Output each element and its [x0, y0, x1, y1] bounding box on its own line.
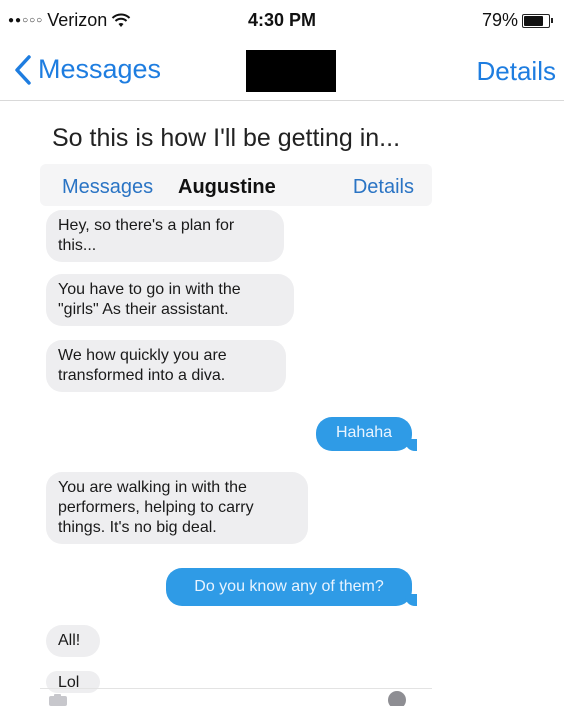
bubble-tail — [405, 439, 417, 451]
details-button[interactable]: Details — [477, 56, 556, 87]
back-button-label: Messages — [38, 54, 162, 84]
message-bubble-incoming: All! — [46, 625, 100, 657]
inner-compose-bar — [40, 688, 432, 706]
inner-navigation-bar: Messages Augustine Details — [40, 164, 432, 206]
nav-divider — [0, 100, 564, 101]
message-text: Do you know any of them? — [194, 578, 384, 595]
status-time: 4:30 PM — [247, 10, 317, 30]
battery-icon — [522, 13, 553, 28]
message-text: Hahaha — [335, 424, 393, 441]
camera-icon — [49, 694, 67, 706]
message-text: So this is how I'll be getting in... — [52, 124, 401, 152]
navigation-bar: Messages Details — [0, 44, 564, 100]
battery-nub — [551, 17, 553, 23]
status-bar: ●●○○○ Verizon 4:30 PM 79% — [0, 0, 564, 40]
shared-screenshot-image[interactable]: Messages Augustine Details Hey, so there… — [40, 160, 432, 706]
inner-details-label: Details — [352, 176, 414, 198]
message-bubble-outgoing: Do you know any of them? — [166, 568, 417, 606]
message-bubble-incoming: Hey, so there's a plan for this... — [46, 210, 284, 262]
message-bubble-incoming: You are walking in with the performers, … — [46, 472, 308, 544]
battery-fill — [524, 15, 543, 26]
back-to-messages-button[interactable]: Messages — [14, 54, 161, 85]
bubble-tail — [405, 594, 417, 606]
inner-contact-title: Augustine — [178, 176, 276, 198]
battery-percent: 79% — [481, 10, 518, 30]
chevron-left-icon — [15, 54, 31, 85]
inner-back-label: Messages — [62, 176, 154, 198]
message-bubble-outgoing: Hahaha — [316, 417, 417, 451]
redacted-contact-name — [246, 50, 336, 92]
status-right: 79% — [481, 10, 553, 31]
message-bubble-incoming: You have to go in with the "girls" As th… — [46, 274, 294, 326]
message-bubble-incoming: We how quickly you are transformed into … — [46, 340, 286, 392]
microphone-icon — [388, 691, 406, 706]
